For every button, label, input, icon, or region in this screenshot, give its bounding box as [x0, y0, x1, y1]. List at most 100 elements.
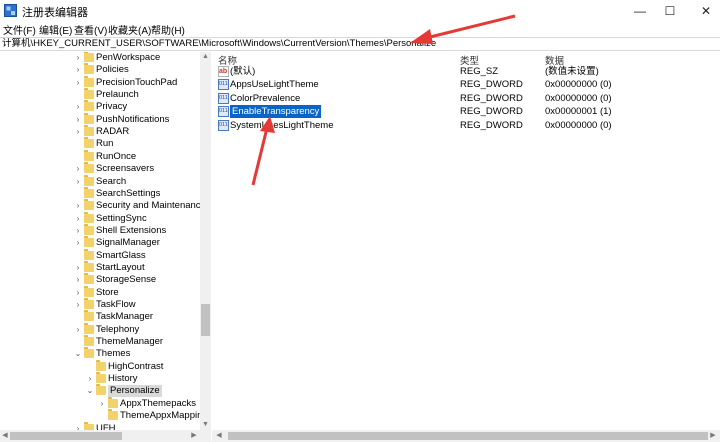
- scroll-left-icon[interactable]: ◀: [0, 430, 10, 442]
- value-row[interactable]: (默认) REG_SZ (数值未设置): [212, 65, 720, 78]
- tree-item-label: Telephony: [96, 323, 140, 335]
- tree-item-thememanager[interactable]: ThemeManager: [0, 335, 200, 348]
- expander-icon[interactable]: ›: [74, 176, 82, 188]
- tree-item-security-and-maintenance[interactable]: › Security and Maintenance: [0, 199, 206, 212]
- close-button[interactable]: ✕: [686, 0, 720, 22]
- expander-icon[interactable]: ›: [98, 398, 106, 410]
- expander-icon[interactable]: [74, 151, 82, 163]
- tree-item-label: Search: [96, 175, 127, 187]
- expander-icon[interactable]: [74, 336, 82, 348]
- expander-icon[interactable]: [98, 410, 106, 422]
- expander-icon[interactable]: ›: [74, 213, 82, 225]
- expander-icon[interactable]: ›: [74, 324, 82, 336]
- tree-item-themeappxmappings[interactable]: ThemeAppxMappings: [0, 409, 210, 422]
- menu-favorites[interactable]: 收藏夹(A): [108, 22, 151, 37]
- tree-item-history[interactable]: › History: [0, 372, 200, 385]
- tree-item-screensavers[interactable]: › Screensavers: [0, 162, 200, 175]
- tree-item-policies[interactable]: › Policies: [0, 63, 200, 76]
- expander-icon[interactable]: ›: [86, 373, 94, 385]
- tree-item-signalmanager[interactable]: › SignalManager: [0, 236, 200, 249]
- tree-item-taskmanager[interactable]: TaskManager: [0, 310, 200, 323]
- tree-item-precisiontouchpad[interactable]: › PrecisionTouchPad: [0, 75, 200, 89]
- expander-icon[interactable]: ›: [74, 262, 82, 274]
- tree-item-store[interactable]: › Store: [0, 285, 200, 299]
- scroll-right-icon[interactable]: ▶: [189, 430, 199, 442]
- tree-item-personalize[interactable]: ⌄ Personalize: [0, 384, 200, 398]
- expander-icon[interactable]: ›: [74, 77, 82, 89]
- expander-icon[interactable]: [74, 311, 82, 323]
- tree-hscroll-thumb[interactable]: [10, 432, 122, 440]
- expander-icon[interactable]: [74, 89, 82, 101]
- tree-item-searchsettings[interactable]: SearchSettings: [0, 186, 200, 200]
- dword-value-icon: [218, 119, 229, 132]
- expander-icon[interactable]: ›: [74, 200, 82, 212]
- expander-icon[interactable]: ›: [74, 52, 82, 64]
- folder-icon: [84, 285, 94, 297]
- folder-icon: [84, 88, 94, 100]
- tree-item-taskflow[interactable]: › TaskFlow: [0, 298, 200, 311]
- list-hscroll-thumb[interactable]: [228, 432, 708, 440]
- menu-edit[interactable]: 编辑(E): [39, 22, 72, 37]
- address-bar[interactable]: 计算机\HKEY_CURRENT_USER\SOFTWARE\Microsoft…: [0, 37, 720, 51]
- expander-icon[interactable]: ›: [74, 114, 82, 126]
- tree-scroll-thumb[interactable]: [201, 304, 210, 336]
- expander-icon[interactable]: ›: [74, 299, 82, 311]
- expander-icon[interactable]: ›: [74, 237, 82, 249]
- value-row[interactable]: EnableTransparency REG_DWORD 0x00000001 (1…: [212, 104, 720, 120]
- tree-item-startlayout[interactable]: › StartLayout: [0, 260, 200, 274]
- tree-vertical-scrollbar[interactable]: ▲ ▼: [200, 52, 211, 430]
- tree-item-pushnotifications[interactable]: › PushNotifications: [0, 112, 200, 126]
- tree-item-storagesense[interactable]: › StorageSense: [0, 273, 200, 286]
- list-horizontal-scrollbar[interactable]: ◀ ▶: [212, 430, 720, 442]
- tree-item-ufh[interactable]: › UFH: [0, 421, 200, 431]
- tree-item-prelaunch[interactable]: Prelaunch: [0, 88, 200, 101]
- tree-item-smartglass[interactable]: SmartGlass: [0, 248, 200, 262]
- tree-item-label: RunOnce: [96, 150, 137, 162]
- expander-icon[interactable]: [74, 138, 82, 150]
- tree-item-runonce[interactable]: RunOnce: [0, 149, 200, 163]
- tree-item-settingsync[interactable]: › SettingSync: [0, 211, 200, 225]
- menu-file[interactable]: 文件(F): [3, 22, 36, 37]
- expander-icon[interactable]: ›: [74, 101, 82, 113]
- expander-icon[interactable]: [74, 250, 82, 262]
- expander-icon[interactable]: ›: [74, 274, 82, 286]
- tree-item-radar[interactable]: › RADAR: [0, 125, 200, 138]
- scroll-up-icon[interactable]: ▲: [200, 52, 211, 62]
- tree-item-label: Themes: [96, 348, 131, 360]
- value-row[interactable]: ColorPrevalence REG_DWORD 0x00000000 (0): [212, 92, 720, 105]
- tree-item-penworkspace[interactable]: › PenWorkspace: [0, 52, 200, 64]
- expander-icon[interactable]: ⌄: [74, 348, 82, 360]
- expander-icon[interactable]: ›: [74, 163, 82, 175]
- tree-horizontal-scrollbar[interactable]: ◀ ▶: [0, 430, 211, 442]
- value-name: AppsUseLightTheme: [230, 79, 319, 91]
- tree-item-highcontrast[interactable]: HighContrast: [0, 359, 200, 373]
- maximize-button[interactable]: ☐: [650, 0, 690, 22]
- folder-icon: [84, 100, 94, 112]
- folder-icon: [84, 322, 94, 334]
- expander-icon[interactable]: ›: [74, 225, 82, 237]
- list-scroll-right-icon[interactable]: ▶: [708, 430, 718, 442]
- list-scroll-left-icon[interactable]: ◀: [214, 430, 224, 442]
- expander-icon[interactable]: ›: [74, 423, 82, 431]
- expander-icon[interactable]: [86, 361, 94, 373]
- value-row[interactable]: SystemUsesLightTheme REG_DWORD 0x00000000 …: [212, 119, 720, 132]
- folder-icon: [84, 298, 94, 309]
- tree-item-telephony[interactable]: › Telephony: [0, 322, 200, 336]
- expander-icon[interactable]: [74, 188, 82, 200]
- expander-icon[interactable]: ›: [74, 64, 82, 76]
- tree-item-themes[interactable]: ⌄ Themes: [0, 347, 200, 360]
- expander-icon[interactable]: ⌄: [86, 385, 94, 397]
- tree-item-appxthemepacks[interactable]: › AppxThemepacks: [0, 396, 200, 410]
- value-row[interactable]: AppsUseLightTheme REG_DWORD 0x00000000 (0): [212, 78, 720, 91]
- scroll-down-icon[interactable]: ▼: [200, 420, 211, 430]
- expander-icon[interactable]: ›: [74, 126, 82, 138]
- menu-view[interactable]: 查看(V): [74, 22, 107, 37]
- dword-value-icon: [218, 92, 229, 105]
- expander-icon[interactable]: ›: [74, 287, 82, 299]
- menu-help[interactable]: 帮助(H): [151, 22, 185, 37]
- tree-item-label: UFH: [96, 422, 116, 431]
- tree-item-run[interactable]: Run: [0, 137, 200, 150]
- tree-item-shell-extensions[interactable]: › Shell Extensions: [0, 223, 200, 237]
- tree-item-privacy[interactable]: › Privacy: [0, 100, 200, 113]
- tree-item-search[interactable]: › Search: [0, 174, 200, 188]
